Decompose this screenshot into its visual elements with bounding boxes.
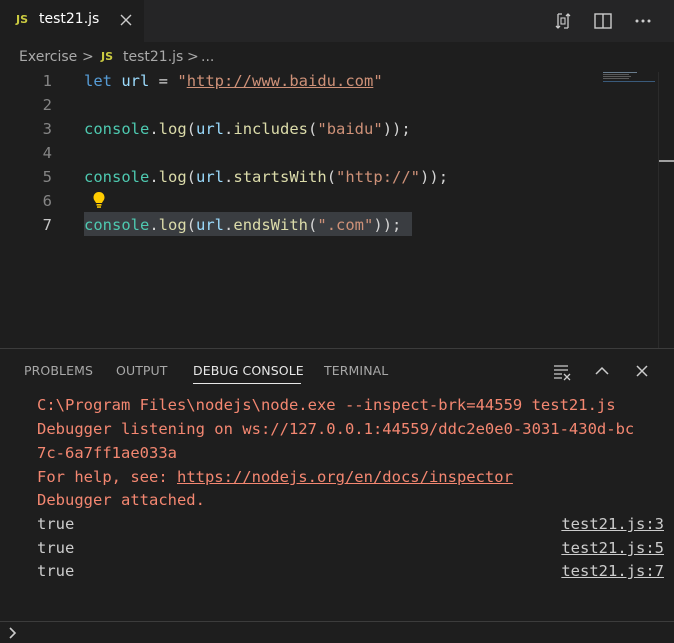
code-token: ( (186, 120, 197, 138)
code-token: log (158, 216, 187, 234)
debug-console-input[interactable] (0, 621, 674, 643)
more-actions-icon[interactable] (632, 10, 654, 32)
code-token: . (224, 168, 234, 186)
line-number: 6 (42, 192, 52, 210)
line-number: 7 (42, 216, 52, 234)
code-token: ( (308, 216, 318, 234)
console-result: true (37, 539, 75, 557)
code-editor[interactable]: 1 2 3 4 5 6 7 let url = "http://www.baid… (0, 72, 674, 348)
code-token: . (149, 216, 159, 234)
console-line: Debugger attached. (37, 491, 205, 509)
editor-tab-bar: JS test21.js (0, 0, 674, 42)
tab-output[interactable]: OUTPUT (116, 363, 168, 378)
compare-changes-icon[interactable] (552, 10, 574, 32)
code-token: ( (326, 168, 337, 186)
close-icon[interactable] (116, 10, 136, 30)
code-link[interactable]: http://www.baidu.com (187, 72, 374, 90)
code-line: console.log(url.startsWith("http://")); (84, 165, 448, 189)
code-line: console.log(url.endsWith(".com")); (84, 213, 401, 237)
code-token: includes (233, 120, 309, 138)
source-location-link[interactable]: test21.js:5 (561, 536, 664, 560)
code-token: = (149, 72, 178, 90)
lightbulb-icon[interactable] (91, 190, 107, 210)
js-file-icon: JS (101, 50, 114, 63)
code-line: console.log(url.includes("baidu")); (84, 117, 411, 141)
code-token: url (196, 216, 225, 234)
console-line: Debugger listening on ws://127.0.0.1:445… (37, 420, 635, 438)
editor-tab-test21[interactable]: JS test21.js (0, 0, 144, 42)
console-line: C:\Program Files\nodejs\node.exe --inspe… (37, 396, 616, 414)
breadcrumb: Exercise > JS test21.js > ... (0, 42, 674, 72)
code-token: console (84, 216, 150, 234)
code-token: console (84, 168, 150, 186)
code-token: console (84, 120, 150, 138)
code-token: ( (308, 120, 318, 138)
code-token: let (84, 72, 112, 90)
vertical-scrollbar[interactable] (658, 72, 674, 348)
console-line: For help, see: https://nodejs.org/en/doc… (37, 465, 513, 489)
split-editor-icon[interactable] (592, 10, 614, 32)
line-number: 3 (42, 120, 52, 138)
chevron-up-icon[interactable] (591, 360, 613, 382)
close-icon[interactable] (631, 360, 653, 382)
code-token: url (121, 72, 150, 90)
scrollbar-cursor-marker (659, 160, 674, 162)
console-line: 7c-6a7ff1ae033a (37, 444, 177, 462)
code-token: )); (382, 120, 411, 138)
source-location-link[interactable]: test21.js:3 (561, 512, 664, 536)
code-token: endsWith (233, 216, 309, 234)
code-token: startsWith (233, 168, 327, 186)
breadcrumb-folder[interactable]: Exercise (19, 49, 77, 65)
inspector-docs-link[interactable]: https://nodejs.org/en/docs/inspector (177, 468, 513, 486)
breadcrumb-separator: > (82, 49, 94, 65)
console-result: true (37, 562, 75, 580)
code-token: ( (186, 216, 197, 234)
tab-debug-console[interactable]: DEBUG CONSOLE (193, 363, 304, 378)
code-token: "http://" (336, 168, 421, 186)
console-result: true (37, 515, 75, 533)
line-number: 4 (42, 144, 52, 162)
source-location-link[interactable]: test21.js:7 (561, 559, 664, 583)
code-token: . (149, 120, 159, 138)
code-token: ".com" (317, 216, 374, 234)
console-text: For help, see: (37, 468, 177, 486)
bottom-panel: PROBLEMS OUTPUT DEBUG CONSOLE TERMINAL C… (0, 348, 674, 621)
tab-title: test21.js (39, 11, 100, 27)
clear-console-icon[interactable] (551, 360, 573, 382)
tab-terminal[interactable]: TERMINAL (324, 363, 388, 378)
code-token: url (196, 120, 225, 138)
minimap[interactable] (600, 72, 658, 92)
code-token: log (158, 168, 187, 186)
active-tab-indicator (193, 383, 301, 384)
code-token: . (149, 168, 159, 186)
code-token: " (177, 72, 187, 90)
breadcrumb-symbols[interactable]: ... (201, 49, 214, 65)
line-number: 1 (42, 72, 52, 90)
breadcrumb-separator: > (187, 49, 199, 65)
code-token: ( (186, 168, 197, 186)
code-token: " (373, 72, 383, 90)
chevron-right-icon (9, 627, 17, 639)
code-token: log (158, 120, 187, 138)
code-token: )); (373, 216, 402, 234)
code-line: let url = "http://www.baidu.com" (84, 69, 383, 93)
code-token: )); (420, 168, 449, 186)
code-token: "baidu" (317, 120, 383, 138)
breadcrumb-file[interactable]: test21.js (123, 49, 183, 65)
tab-problems[interactable]: PROBLEMS (24, 363, 93, 378)
code-token: . (224, 120, 234, 138)
line-number: 5 (42, 168, 52, 186)
line-number: 2 (42, 96, 52, 114)
js-file-icon: JS (16, 13, 29, 26)
code-token: . (224, 216, 234, 234)
code-token: url (196, 168, 225, 186)
